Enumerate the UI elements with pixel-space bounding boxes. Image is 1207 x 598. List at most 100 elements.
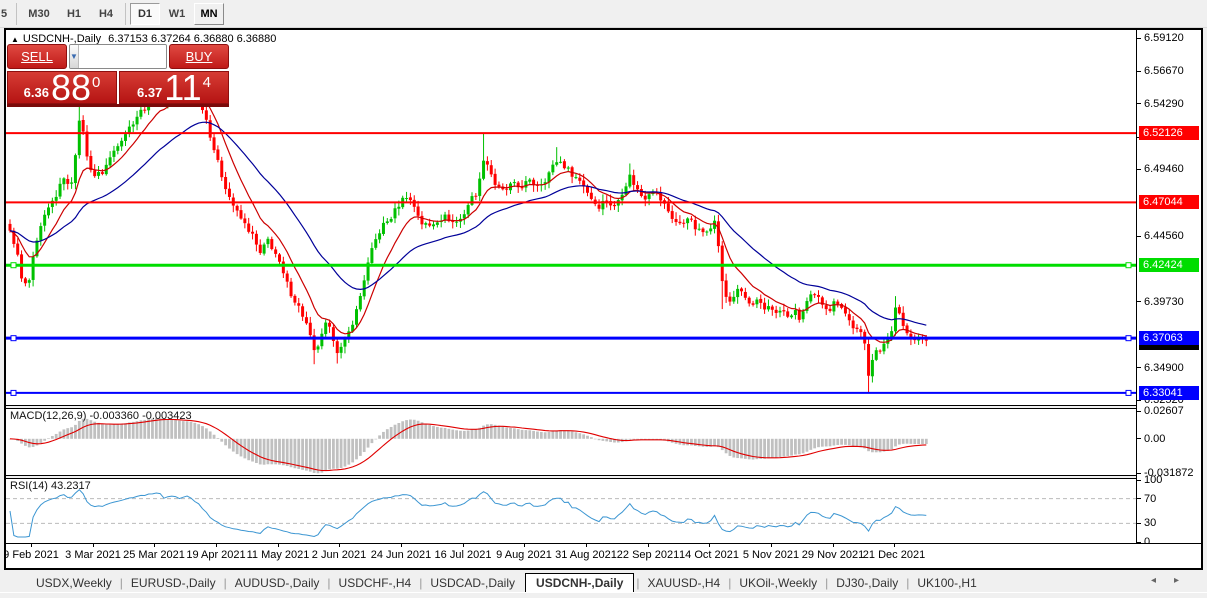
date-label: 24 Jun 2021 (371, 549, 432, 561)
date-axis[interactable]: 9 Feb 2021 3 Mar 202125 Mar 202119 Apr 20… (6, 543, 1201, 567)
line-handle (11, 390, 16, 395)
timeframe-button-m30[interactable]: M30 (21, 3, 57, 25)
level-price-label: 6.52126 (1139, 126, 1199, 140)
date-tick-mark (771, 544, 772, 547)
date-label: 3 Mar 2021 (65, 549, 121, 561)
price-axis[interactable]: 6.591206.566706.542906.518406.494606.445… (1136, 30, 1201, 543)
buy-button[interactable]: BUY (169, 44, 229, 69)
macd-tick-label: 0.02607 (1144, 405, 1184, 417)
line-handle (11, 263, 16, 268)
date-label: 22 Sep 2021 (617, 549, 679, 561)
macd-main-value: -0.003360 (89, 410, 139, 422)
date-tick-mark (463, 544, 464, 547)
rsi-value: 43.2317 (51, 480, 91, 492)
date-tick-mark (648, 544, 649, 547)
date-tick-mark (401, 544, 402, 547)
level-price-label: 6.42424 (1139, 258, 1199, 272)
level-price-label: 6.47044 (1139, 195, 1199, 209)
ask-pip-digit: 4 (203, 75, 211, 90)
date-label: 9 Aug 2021 (496, 549, 552, 561)
line-handle (1126, 263, 1131, 268)
rsi-tick-label: 100 (1144, 474, 1162, 486)
tab-separator: | (222, 574, 229, 592)
timeframe-button-5[interactable]: 5 (0, 3, 12, 25)
rsi-label: RSI(14) 43.2317 (10, 480, 91, 492)
timeframe-button-w1[interactable]: W1 (162, 3, 192, 25)
price-tick-label: 6.34900 (1144, 362, 1184, 374)
axis-tick-mark (1137, 523, 1141, 524)
chart-tab-xauusd-[interactable]: XAUUSD-,H4 (642, 574, 727, 592)
chart-tab-usdx[interactable]: USDX,Weekly (30, 574, 118, 592)
axis-tick-mark (1137, 473, 1141, 474)
status-strip (0, 592, 1207, 598)
date-tick-mark (709, 544, 710, 547)
rsi-tick-label: 70 (1144, 493, 1156, 505)
chart-tab-dj30-[interactable]: DJ30-,Daily (830, 574, 904, 592)
axis-tick-mark (1137, 71, 1141, 72)
level-price-label: 6.37063 (1139, 331, 1199, 345)
rsi-line (10, 490, 926, 537)
ma-fast-line (10, 95, 926, 343)
chart-tab-ukoil-[interactable]: UKOil-,Weekly (733, 574, 823, 592)
tab-separator: | (823, 574, 830, 592)
buy-price-button[interactable]: 6.37 11 4 (119, 71, 229, 104)
bid-pip-digit: 0 (92, 75, 100, 90)
axis-tick-mark (1137, 169, 1141, 170)
line-handle (1126, 390, 1131, 395)
collapse-arrow-icon[interactable]: ▲ (11, 35, 19, 44)
rsi-indicator-pane[interactable] (6, 479, 1136, 543)
date-label: 19 Apr 2021 (186, 549, 245, 561)
ask-big-digits: 11 (164, 73, 201, 103)
chart-tab-eurusd-[interactable]: EURUSD-,Daily (125, 574, 222, 592)
date-label: 29 Nov 2021 (802, 549, 864, 561)
chart-tab-audusd-[interactable]: AUDUSD-,Daily (229, 574, 326, 592)
timeframe-button-h1[interactable]: H1 (59, 3, 89, 25)
timeframe-button-mn[interactable]: MN (194, 3, 224, 25)
date-tick-mark (524, 544, 525, 547)
date-label: 11 May 2021 (247, 549, 310, 561)
date-label: 9 Feb 2021 (6, 549, 59, 561)
timeframe-button-d1[interactable]: D1 (130, 3, 160, 25)
axis-tick-mark (1137, 236, 1141, 237)
price-tick-label: 6.39730 (1144, 296, 1184, 308)
date-tick-mark (894, 544, 895, 547)
tab-separator: | (118, 574, 125, 592)
tab-separator: | (726, 574, 733, 592)
macd-histogram (9, 418, 928, 473)
toolbar-separator (16, 3, 17, 25)
chart-tab-usdcnh-[interactable]: USDCNH-,Daily (525, 573, 634, 592)
timeframe-toolbar: 5 M30H1H4 D1W1MN (0, 0, 1207, 28)
axis-tick-mark (1137, 301, 1141, 302)
volume-decrease-icon[interactable]: ▼ (70, 45, 79, 68)
date-label: 21 Dec 2021 (863, 549, 925, 561)
price-tick-label: 6.56670 (1144, 65, 1184, 77)
date-label: 2 Jun 2021 (312, 549, 366, 561)
axis-tick-mark (1137, 411, 1141, 412)
chart-tab-usdchf-[interactable]: USDCHF-,H4 (333, 574, 418, 592)
tab-separator: | (417, 574, 424, 592)
sell-price-button[interactable]: 6.36 88 0 (7, 71, 117, 104)
tab-scroll-arrows[interactable]: ◂▸ (1151, 575, 1197, 586)
chart-tab-uk100-[interactable]: UK100-,H1 (911, 574, 982, 592)
date-tick-mark (31, 544, 32, 547)
axis-tick-mark (1137, 498, 1141, 499)
axis-tick-mark (1137, 480, 1141, 481)
axis-tick-mark (1137, 367, 1141, 368)
sell-button[interactable]: SELL (7, 44, 67, 69)
date-tick-mark (586, 544, 587, 547)
date-label: 16 Jul 2021 (435, 549, 492, 561)
timeframe-button-h4[interactable]: H4 (91, 3, 121, 25)
volume-input[interactable] (79, 45, 167, 68)
chart-tabbar: USDX,Weekly|EURUSD-,Daily|AUDUSD-,Daily|… (0, 571, 1207, 592)
tab-separator: | (634, 574, 641, 592)
chart-window: ▲USDCNH-,Daily6.37153 6.37264 6.36880 6.… (4, 28, 1203, 570)
price-tick-label: 6.44560 (1144, 230, 1184, 242)
price-tick-label: 6.49460 (1144, 163, 1184, 175)
date-label: 25 Mar 2021 (123, 549, 185, 561)
one-click-trade-panel: SELL ▼ ▲ BUY 6.36 88 0 6.37 11 4 (7, 44, 229, 107)
chart-tab-usdcad-[interactable]: USDCAD-,Daily (424, 574, 521, 592)
toolbar-separator (125, 3, 126, 25)
date-tick-mark (339, 544, 340, 547)
date-label: 31 Aug 2021 (555, 549, 617, 561)
date-tick-mark (216, 544, 217, 547)
